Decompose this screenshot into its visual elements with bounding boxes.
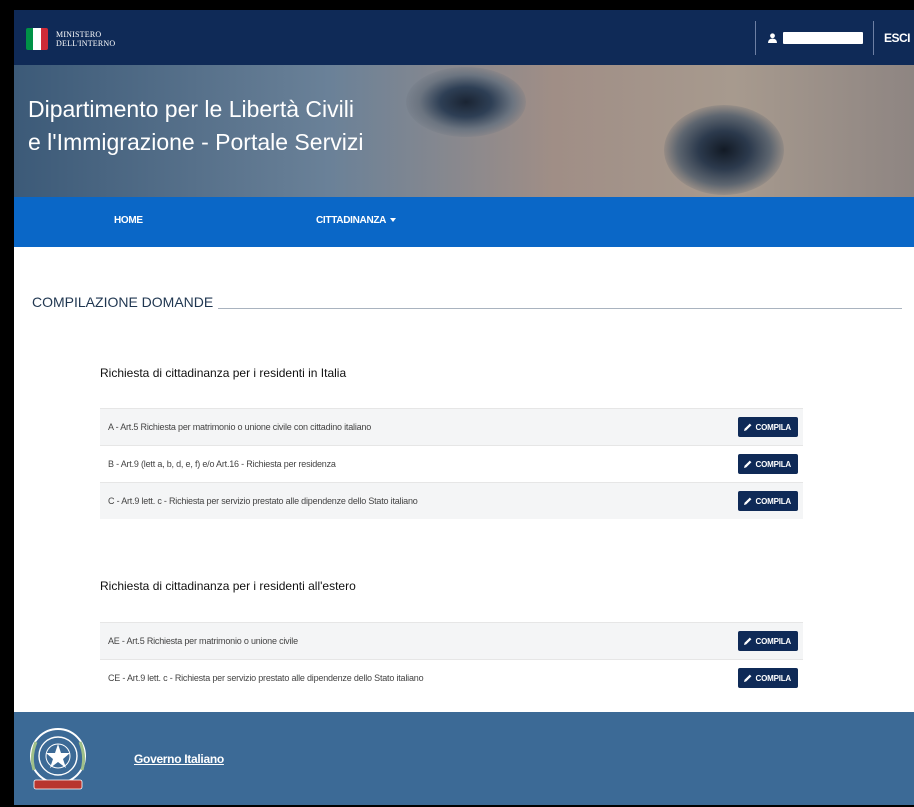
portal-page: MINISTERO DELL'INTERNO ESCI Dipartimento…: [14, 10, 914, 805]
redacted-username[interactable]: [782, 31, 863, 44]
list-item-label: C - Art.9 lett. c - Richiesta per serviz…: [108, 496, 418, 506]
italian-flag-icon: [26, 28, 48, 50]
compila-button-label: COMPILA: [755, 459, 792, 469]
pencil-icon: [743, 637, 751, 645]
hero-image-eye: [406, 67, 526, 137]
pencil-icon: [743, 674, 751, 682]
governo-italiano-link[interactable]: Governo Italiano: [134, 752, 224, 766]
compila-button-label: COMPILA: [755, 673, 792, 683]
compila-button[interactable]: COMPILA: [737, 454, 798, 474]
application-list-italia: A - Art.5 Richiesta per matrimonio o uni…: [100, 408, 803, 519]
page-title: Dipartimento per le Libertà Civili e l'I…: [28, 93, 363, 159]
divider: [754, 20, 756, 55]
hero-image-eye: [664, 105, 784, 195]
list-item-label: AE - Art.5 Richiesta per matrimonio o un…: [108, 636, 298, 646]
nav-cittadinanza[interactable]: CITTADINANZA: [316, 215, 397, 226]
list-item: B - Art.9 (lett a, b, d, e, f) e/o Art.1…: [100, 445, 803, 482]
section-header: COMPILAZIONE DOMANDE: [32, 294, 902, 310]
user-icon: [767, 32, 777, 43]
pencil-icon: [743, 423, 751, 431]
list-item: A - Art.5 Richiesta per matrimonio o uni…: [100, 408, 803, 445]
footer: Governo Italiano: [14, 712, 914, 805]
logout-button[interactable]: ESCI: [884, 31, 911, 45]
compila-button[interactable]: COMPILA: [737, 631, 798, 651]
group-title-residenti-estero: Richiesta di cittadinanza per i resident…: [100, 579, 356, 593]
hero-banner: Dipartimento per le Libertà Civili e l'I…: [14, 65, 914, 197]
list-item: AE - Art.5 Richiesta per matrimonio o un…: [100, 622, 803, 659]
page-title-line-1: Dipartimento per le Libertà Civili: [28, 96, 354, 122]
ministry-logo[interactable]: MINISTERO DELL'INTERNO: [26, 28, 115, 50]
compila-button-label: COMPILA: [755, 422, 792, 432]
compila-button[interactable]: COMPILA: [737, 668, 798, 688]
section-title: COMPILAZIONE DOMANDE: [32, 294, 214, 310]
list-item: CE - Art.9 lett. c - Richiesta per servi…: [100, 659, 803, 696]
list-item-label: B - Art.9 (lett a, b, d, e, f) e/o Art.1…: [108, 459, 336, 469]
compila-button[interactable]: COMPILA: [737, 491, 798, 511]
window-frame: MINISTERO DELL'INTERNO ESCI Dipartimento…: [0, 0, 914, 807]
compila-button-label: COMPILA: [755, 496, 792, 506]
logo-line-2: DELL'INTERNO: [56, 39, 116, 48]
top-bar: MINISTERO DELL'INTERNO ESCI: [14, 10, 914, 65]
list-item-label: A - Art.5 Richiesta per matrimonio o uni…: [108, 422, 372, 432]
application-list-estero: AE - Art.5 Richiesta per matrimonio o un…: [100, 622, 803, 696]
page-title-line-2: e l'Immigrazione - Portale Servizi: [28, 129, 364, 155]
compila-button[interactable]: COMPILA: [737, 417, 798, 437]
pencil-icon: [743, 497, 751, 505]
list-item: C - Art.9 lett. c - Richiesta per serviz…: [100, 482, 803, 519]
group-title-residenti-italia: Richiesta di cittadinanza per i resident…: [100, 366, 347, 380]
compila-button-label: COMPILA: [755, 636, 792, 646]
caret-down-icon: [390, 218, 397, 223]
logo-line-1: MINISTERO: [56, 30, 102, 39]
nav-cittadinanza-label: CITTADINANZA: [316, 215, 387, 226]
pencil-icon: [743, 460, 751, 468]
list-item-label: CE - Art.9 lett. c - Richiesta per servi…: [108, 673, 424, 683]
main-nav: HOME CITTADINANZA: [14, 197, 914, 247]
nav-home[interactable]: HOME: [114, 215, 143, 226]
section-divider: [218, 308, 902, 309]
ministry-logo-text: MINISTERO DELL'INTERNO: [56, 30, 115, 48]
divider: [872, 20, 874, 55]
republic-emblem-icon: [30, 728, 86, 790]
user-area: ESCI: [754, 10, 914, 65]
